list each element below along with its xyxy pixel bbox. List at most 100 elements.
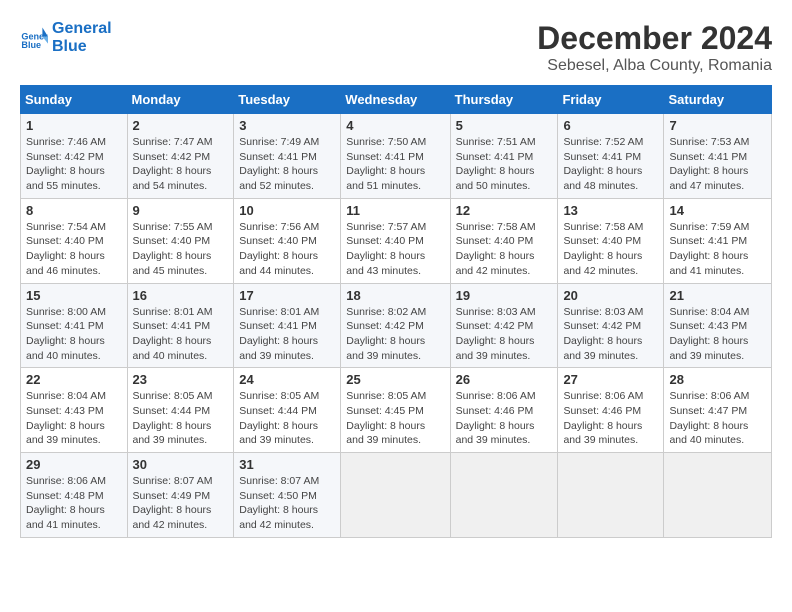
day-info: Sunrise: 7:58 AMSunset: 4:40 PMDaylight:… [563,221,643,277]
day-header-saturday: Saturday [664,86,772,114]
day-number: 16 [133,288,229,303]
calendar-cell: 25 Sunrise: 8:05 AMSunset: 4:45 PMDaylig… [341,368,450,453]
calendar-cell: 1 Sunrise: 7:46 AMSunset: 4:42 PMDayligh… [21,114,128,199]
calendar-cell: 31 Sunrise: 8:07 AMSunset: 4:50 PMDaylig… [234,453,341,538]
calendar-cell: 19 Sunrise: 8:03 AMSunset: 4:42 PMDaylig… [450,283,558,368]
day-info: Sunrise: 7:52 AMSunset: 4:41 PMDaylight:… [563,136,643,192]
day-number: 7 [669,118,766,133]
day-info: Sunrise: 8:04 AMSunset: 4:43 PMDaylight:… [26,390,106,446]
day-number: 3 [239,118,335,133]
day-header-wednesday: Wednesday [341,86,450,114]
day-number: 25 [346,372,444,387]
day-info: Sunrise: 7:58 AMSunset: 4:40 PMDaylight:… [456,221,536,277]
page-header: General Blue General Blue December 2024 … [20,20,772,75]
day-info: Sunrise: 8:05 AMSunset: 4:44 PMDaylight:… [239,390,319,446]
day-number: 28 [669,372,766,387]
calendar-cell: 11 Sunrise: 7:57 AMSunset: 4:40 PMDaylig… [341,198,450,283]
day-info: Sunrise: 8:07 AMSunset: 4:49 PMDaylight:… [133,475,213,531]
day-number: 8 [26,203,122,218]
calendar-cell: 8 Sunrise: 7:54 AMSunset: 4:40 PMDayligh… [21,198,128,283]
day-info: Sunrise: 8:03 AMSunset: 4:42 PMDaylight:… [456,306,536,362]
calendar-cell: 4 Sunrise: 7:50 AMSunset: 4:41 PMDayligh… [341,114,450,199]
day-number: 14 [669,203,766,218]
day-header-sunday: Sunday [21,86,128,114]
calendar-cell: 3 Sunrise: 7:49 AMSunset: 4:41 PMDayligh… [234,114,341,199]
calendar-cell: 13 Sunrise: 7:58 AMSunset: 4:40 PMDaylig… [558,198,664,283]
svg-text:Blue: Blue [21,39,41,49]
calendar-table: SundayMondayTuesdayWednesdayThursdayFrid… [20,85,772,538]
logo-icon: General Blue [20,24,48,52]
calendar-cell: 6 Sunrise: 7:52 AMSunset: 4:41 PMDayligh… [558,114,664,199]
calendar-cell: 27 Sunrise: 8:06 AMSunset: 4:46 PMDaylig… [558,368,664,453]
day-header-monday: Monday [127,86,234,114]
day-number: 21 [669,288,766,303]
day-number: 22 [26,372,122,387]
day-number: 23 [133,372,229,387]
day-info: Sunrise: 7:46 AMSunset: 4:42 PMDaylight:… [26,136,106,192]
day-info: Sunrise: 7:56 AMSunset: 4:40 PMDaylight:… [239,221,319,277]
day-number: 19 [456,288,553,303]
day-info: Sunrise: 7:53 AMSunset: 4:41 PMDaylight:… [669,136,749,192]
calendar-cell: 23 Sunrise: 8:05 AMSunset: 4:44 PMDaylig… [127,368,234,453]
day-info: Sunrise: 7:47 AMSunset: 4:42 PMDaylight:… [133,136,213,192]
day-info: Sunrise: 8:06 AMSunset: 4:48 PMDaylight:… [26,475,106,531]
day-number: 15 [26,288,122,303]
calendar-week-4: 22 Sunrise: 8:04 AMSunset: 4:43 PMDaylig… [21,368,772,453]
day-info: Sunrise: 8:06 AMSunset: 4:46 PMDaylight:… [563,390,643,446]
calendar-cell [664,453,772,538]
calendar-cell: 30 Sunrise: 8:07 AMSunset: 4:49 PMDaylig… [127,453,234,538]
day-info: Sunrise: 7:49 AMSunset: 4:41 PMDaylight:… [239,136,319,192]
day-number: 1 [26,118,122,133]
calendar-cell: 17 Sunrise: 8:01 AMSunset: 4:41 PMDaylig… [234,283,341,368]
day-number: 13 [563,203,658,218]
day-info: Sunrise: 8:06 AMSunset: 4:47 PMDaylight:… [669,390,749,446]
calendar-cell: 20 Sunrise: 8:03 AMSunset: 4:42 PMDaylig… [558,283,664,368]
day-number: 2 [133,118,229,133]
calendar-cell: 10 Sunrise: 7:56 AMSunset: 4:40 PMDaylig… [234,198,341,283]
calendar-week-1: 1 Sunrise: 7:46 AMSunset: 4:42 PMDayligh… [21,114,772,199]
day-info: Sunrise: 8:00 AMSunset: 4:41 PMDaylight:… [26,306,106,362]
day-header-tuesday: Tuesday [234,86,341,114]
day-info: Sunrise: 7:50 AMSunset: 4:41 PMDaylight:… [346,136,426,192]
day-info: Sunrise: 8:02 AMSunset: 4:42 PMDaylight:… [346,306,426,362]
calendar-cell: 21 Sunrise: 8:04 AMSunset: 4:43 PMDaylig… [664,283,772,368]
calendar-cell: 7 Sunrise: 7:53 AMSunset: 4:41 PMDayligh… [664,114,772,199]
page-title: December 2024 [537,20,772,57]
day-number: 4 [346,118,444,133]
day-number: 12 [456,203,553,218]
calendar-cell: 2 Sunrise: 7:47 AMSunset: 4:42 PMDayligh… [127,114,234,199]
calendar-week-3: 15 Sunrise: 8:00 AMSunset: 4:41 PMDaylig… [21,283,772,368]
day-info: Sunrise: 8:03 AMSunset: 4:42 PMDaylight:… [563,306,643,362]
calendar-cell: 15 Sunrise: 8:00 AMSunset: 4:41 PMDaylig… [21,283,128,368]
day-number: 10 [239,203,335,218]
logo-text-blue: Blue [52,38,112,56]
day-number: 30 [133,457,229,472]
calendar-cell: 29 Sunrise: 8:06 AMSunset: 4:48 PMDaylig… [21,453,128,538]
calendar-week-5: 29 Sunrise: 8:06 AMSunset: 4:48 PMDaylig… [21,453,772,538]
title-block: December 2024 Sebesel, Alba County, Roma… [537,20,772,75]
calendar-cell [450,453,558,538]
day-header-thursday: Thursday [450,86,558,114]
day-info: Sunrise: 8:04 AMSunset: 4:43 PMDaylight:… [669,306,749,362]
day-number: 29 [26,457,122,472]
calendar-cell: 24 Sunrise: 8:05 AMSunset: 4:44 PMDaylig… [234,368,341,453]
page-subtitle: Sebesel, Alba County, Romania [537,57,772,75]
calendar-cell: 5 Sunrise: 7:51 AMSunset: 4:41 PMDayligh… [450,114,558,199]
calendar-cell [558,453,664,538]
day-number: 17 [239,288,335,303]
day-number: 11 [346,203,444,218]
day-number: 20 [563,288,658,303]
day-number: 31 [239,457,335,472]
day-info: Sunrise: 8:01 AMSunset: 4:41 PMDaylight:… [133,306,213,362]
day-info: Sunrise: 8:01 AMSunset: 4:41 PMDaylight:… [239,306,319,362]
calendar-cell: 9 Sunrise: 7:55 AMSunset: 4:40 PMDayligh… [127,198,234,283]
day-number: 24 [239,372,335,387]
day-info: Sunrise: 7:55 AMSunset: 4:40 PMDaylight:… [133,221,213,277]
day-number: 18 [346,288,444,303]
day-info: Sunrise: 7:51 AMSunset: 4:41 PMDaylight:… [456,136,536,192]
calendar-cell: 18 Sunrise: 8:02 AMSunset: 4:42 PMDaylig… [341,283,450,368]
day-info: Sunrise: 7:59 AMSunset: 4:41 PMDaylight:… [669,221,749,277]
calendar-week-2: 8 Sunrise: 7:54 AMSunset: 4:40 PMDayligh… [21,198,772,283]
day-info: Sunrise: 8:05 AMSunset: 4:45 PMDaylight:… [346,390,426,446]
day-number: 6 [563,118,658,133]
